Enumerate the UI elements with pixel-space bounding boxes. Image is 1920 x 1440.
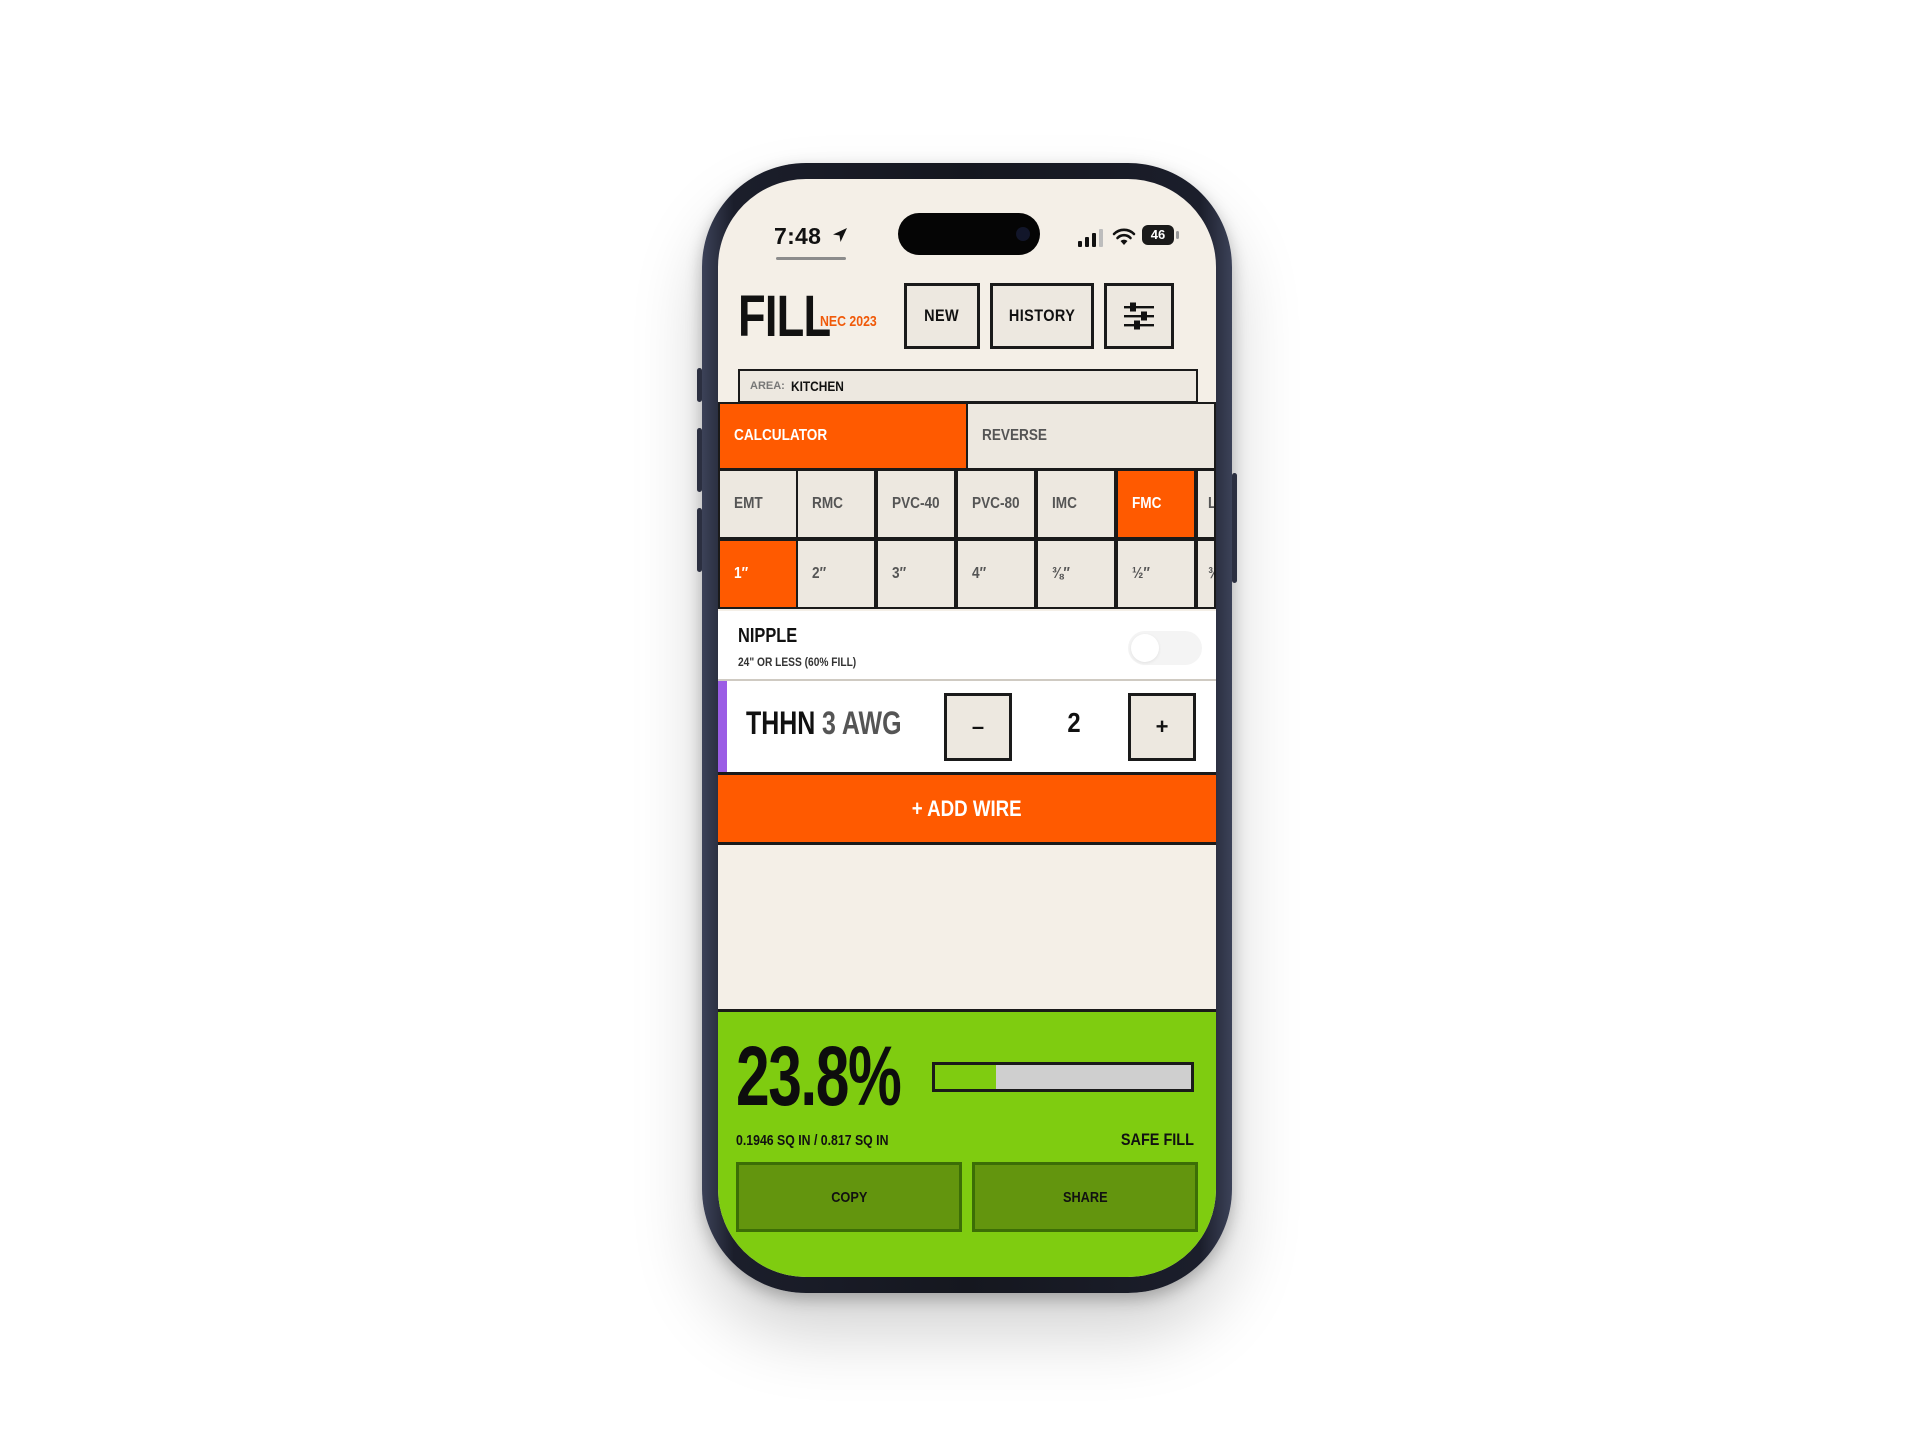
- conduit-chip-emt[interactable]: EMT: [718, 469, 798, 539]
- nipple-toggle[interactable]: [1128, 631, 1202, 665]
- size-chip-1-2in[interactable]: ½″: [1116, 539, 1196, 609]
- history-button-label: HISTORY: [1008, 306, 1076, 325]
- sliders-icon: [1124, 302, 1154, 330]
- location-arrow-icon: [833, 228, 847, 242]
- toggle-knob: [1131, 634, 1159, 662]
- wire-count: 2: [1067, 707, 1081, 738]
- camera-icon: [1016, 227, 1030, 241]
- wire-color-accent: [718, 681, 727, 772]
- conduit-type-row: EMT RMC PVC-40 PVC-80 IMC FMC L: [718, 469, 1216, 539]
- wire-size[interactable]: 3 AWG: [822, 705, 902, 742]
- conduit-chip-rmc[interactable]: RMC: [796, 469, 876, 539]
- size-chip-4in[interactable]: 4″: [956, 539, 1036, 609]
- new-button[interactable]: NEW: [904, 283, 980, 349]
- power-button: [1232, 473, 1237, 583]
- area-field[interactable]: AREA: KITCHEN: [738, 369, 1198, 403]
- history-button[interactable]: HISTORY: [990, 283, 1094, 349]
- chip-label: L: [1208, 495, 1216, 512]
- chip-label: FMC: [1132, 495, 1162, 512]
- cellular-signal-icon: [1078, 229, 1103, 247]
- share-button[interactable]: SHARE: [972, 1162, 1198, 1232]
- plus-icon: +: [1155, 714, 1169, 739]
- fill-progress-bar: [932, 1062, 1194, 1092]
- conduit-chip-lfmc[interactable]: L: [1196, 469, 1216, 539]
- fill-status: SAFE FILL: [1120, 1130, 1194, 1149]
- conduit-chip-pvc-80[interactable]: PVC-80: [956, 469, 1036, 539]
- nipple-title: NIPPLE: [738, 625, 798, 647]
- fill-progress-value: [935, 1065, 996, 1089]
- chip-label: PVC-40: [892, 495, 940, 512]
- nipple-row: NIPPLE 24" OR LESS (60% FILL): [718, 611, 1216, 681]
- chip-label: 1″: [734, 565, 749, 582]
- status-time: 7:48: [774, 223, 822, 249]
- conduit-chip-fmc[interactable]: FMC: [1116, 469, 1196, 539]
- decrement-button[interactable]: –: [944, 693, 1012, 761]
- volume-down-button: [697, 508, 702, 572]
- fill-area-text: 0.1946 SQ IN / 0.817 SQ IN: [736, 1132, 889, 1149]
- result-panel: 23.8% 0.1946 SQ IN / 0.817 SQ IN SAFE FI…: [718, 1009, 1216, 1277]
- size-chip-3in[interactable]: 3″: [876, 539, 956, 609]
- app-screen: 7:48 46 FILL NEC 2023 NEW HISTORY AREA: …: [718, 179, 1216, 1277]
- chip-label: EMT: [734, 495, 763, 512]
- tab-reverse-label: REVERSE: [982, 427, 1047, 444]
- dynamic-island: [898, 213, 1040, 255]
- fill-percent: 23.8%: [736, 1029, 902, 1123]
- battery-nub: [1176, 231, 1179, 239]
- size-chip-3-8in[interactable]: ⅜″: [1036, 539, 1116, 609]
- minus-icon: –: [971, 714, 985, 739]
- time-underline: [776, 257, 846, 260]
- battery-indicator: 46: [1142, 225, 1174, 245]
- chip-label: ¾: [1208, 565, 1214, 583]
- size-chip-2in[interactable]: 2″: [796, 539, 876, 609]
- tab-reverse[interactable]: REVERSE: [966, 402, 1216, 470]
- conduit-chip-imc[interactable]: IMC: [1036, 469, 1116, 539]
- increment-button[interactable]: +: [1128, 693, 1196, 761]
- wifi-icon: [1112, 228, 1136, 245]
- chip-label: ⅜″: [1052, 565, 1070, 582]
- add-wire-button[interactable]: + ADD WIRE: [718, 775, 1216, 845]
- tab-calculator-label: CALCULATOR: [734, 427, 828, 444]
- nipple-subtitle: 24" OR LESS (60% FILL): [738, 655, 857, 669]
- add-wire-label: + ADD WIRE: [912, 795, 1022, 821]
- area-value: KITCHEN: [790, 378, 844, 394]
- wire-type[interactable]: THHN: [746, 705, 815, 742]
- size-chip-1in[interactable]: 1″: [718, 539, 798, 609]
- conduit-chip-pvc-40[interactable]: PVC-40: [876, 469, 956, 539]
- chip-label: ½″: [1132, 565, 1150, 582]
- app-title: FILL: [738, 284, 831, 349]
- volume-up-button: [697, 428, 702, 492]
- chip-label: 3″: [892, 565, 907, 582]
- action-button: [697, 368, 702, 402]
- code-edition-label: NEC 2023: [820, 313, 877, 330]
- settings-button[interactable]: [1104, 283, 1174, 349]
- trade-size-row: 1″ 2″ 3″ 4″ ⅜″ ½″ ¾: [718, 539, 1216, 609]
- copy-button[interactable]: COPY: [736, 1162, 962, 1232]
- tab-calculator[interactable]: CALCULATOR: [718, 402, 968, 470]
- chip-label: RMC: [812, 495, 843, 512]
- new-button-label: NEW: [924, 306, 960, 325]
- size-chip-3-4in[interactable]: ¾: [1196, 539, 1216, 609]
- share-button-label: SHARE: [1062, 1188, 1108, 1206]
- chip-label: 2″: [812, 565, 827, 582]
- chip-label: 4″: [972, 565, 987, 582]
- chip-label: IMC: [1052, 495, 1077, 512]
- wire-row: THHN 3 AWG – 2 +: [718, 681, 1216, 775]
- phone-frame: 7:48 46 FILL NEC 2023 NEW HISTORY AREA: …: [697, 163, 1237, 1293]
- area-label: AREA:: [750, 380, 785, 392]
- copy-button-label: COPY: [830, 1188, 868, 1206]
- chip-label: PVC-80: [972, 495, 1020, 512]
